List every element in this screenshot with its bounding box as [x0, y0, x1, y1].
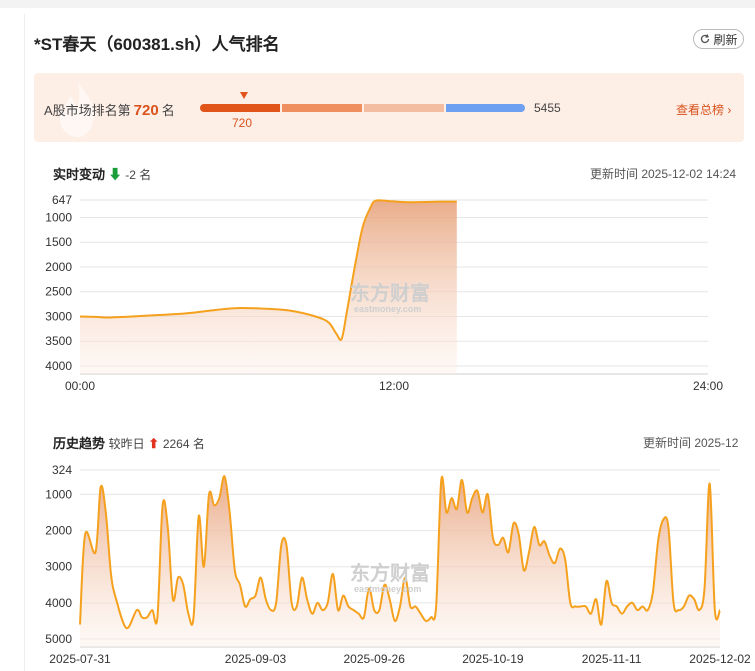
- y-tick-label: 5000: [45, 632, 72, 646]
- x-tick-label: 2025-09-26: [343, 652, 405, 666]
- x-tick-label: 2025-12-02: [689, 652, 751, 666]
- watermark-sub: eastmoney.com: [354, 584, 421, 594]
- history-chart: 324 1000 2000 3000 4000 5000 2025-07-31 2025-09…: [45, 463, 751, 666]
- x-tick-label: 2025-09-03: [225, 652, 287, 666]
- series-area: [80, 476, 720, 647]
- watermark-text: 东方财富: [350, 561, 430, 585]
- y-tick-label: 324: [52, 463, 72, 477]
- y-tick-label: 3000: [45, 560, 72, 574]
- x-tick-label: 2025-10-19: [462, 652, 524, 666]
- x-tick-label: 2025-07-31: [49, 652, 111, 666]
- y-tick-label: 4000: [45, 596, 72, 610]
- y-tick-label: 1000: [45, 487, 72, 501]
- y-tick-label: 2000: [45, 524, 72, 538]
- x-tick-label: 2025-11-11: [582, 652, 642, 666]
